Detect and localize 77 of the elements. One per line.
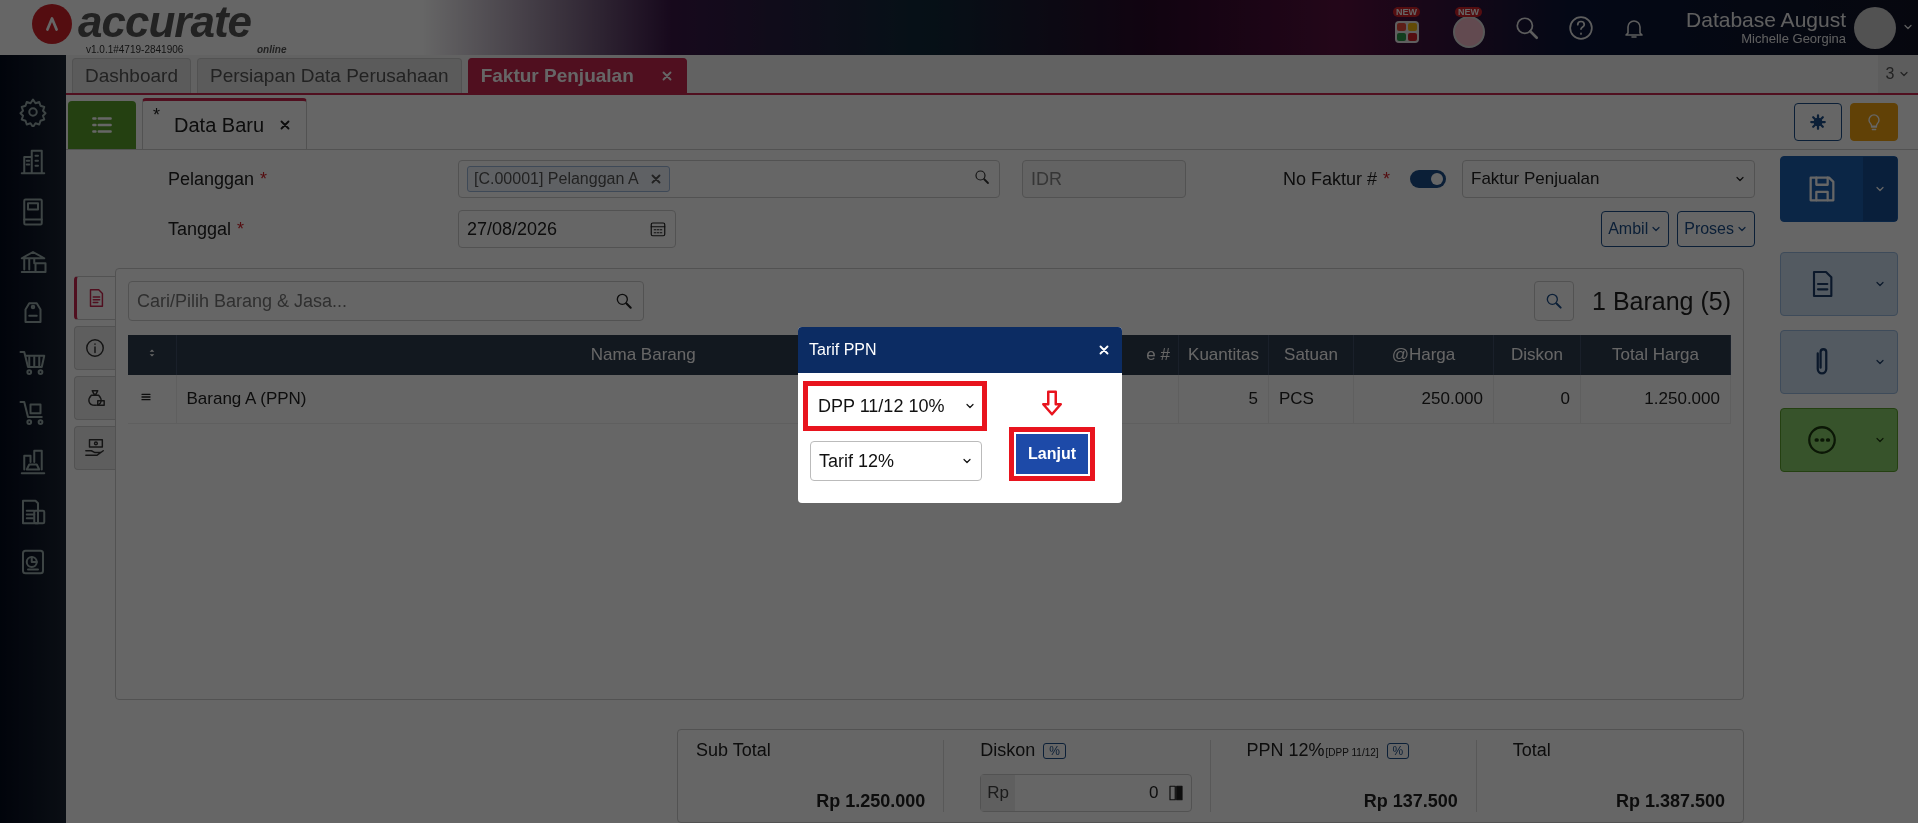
help-icon xyxy=(1568,14,1595,41)
search-button[interactable] xyxy=(1534,281,1575,321)
invoice-type-select[interactable]: Faktur Penjualan xyxy=(1462,160,1755,198)
tax-rate-select[interactable]: Tarif 12% xyxy=(810,441,982,481)
customer-tag: [C.00001] Pelanggan A xyxy=(467,166,670,192)
settings-button[interactable] xyxy=(1794,103,1842,141)
column-header: Diskon xyxy=(1493,335,1581,375)
column-header: Satuan xyxy=(1268,335,1354,375)
document-button[interactable] xyxy=(1780,252,1898,316)
total-value: Rp 1.387.500 xyxy=(1614,791,1725,812)
side-tab[interactable] xyxy=(74,326,115,370)
tips-button[interactable] xyxy=(1850,103,1898,141)
column-header: Kuantitas xyxy=(1178,335,1269,375)
close-button[interactable] xyxy=(1097,343,1111,357)
settings-icon xyxy=(18,97,48,127)
table-cell: 1.250.000 xyxy=(1580,375,1731,424)
avatar[interactable] xyxy=(1854,6,1896,49)
column-header: @Harga xyxy=(1353,335,1494,375)
more-button[interactable] xyxy=(1780,408,1898,472)
dropdown-button[interactable]: Proses xyxy=(1677,211,1755,247)
logo-subtitle: online xyxy=(257,44,287,55)
document-tab[interactable]: * Data Baru xyxy=(142,98,308,149)
customer-label: Pelanggan * xyxy=(167,168,269,190)
close-icon xyxy=(1097,343,1111,357)
apps-icon xyxy=(1395,20,1420,43)
date-label: Tanggal * xyxy=(167,218,246,240)
invoice-number-label: No Faktur # * xyxy=(1282,168,1390,190)
version-text: v1.0.1#4719-2841906 xyxy=(86,44,185,55)
dropdown-button[interactable]: Ambil xyxy=(1601,211,1670,247)
continue-button[interactable]: Lanjut xyxy=(1009,427,1095,481)
tax-value: Rp 137.500 xyxy=(1362,791,1458,812)
tab[interactable]: Persiapan Data Perusahaan xyxy=(196,58,462,93)
tab[interactable]: Faktur Penjualan xyxy=(467,58,687,93)
auto-number-toggle[interactable] xyxy=(1410,170,1446,188)
side-tab[interactable] xyxy=(74,426,115,470)
subtotal-label: Sub Total xyxy=(696,740,772,761)
percent-toggle[interactable]: % xyxy=(1386,742,1410,759)
attachment-button[interactable] xyxy=(1780,330,1898,394)
search-icon xyxy=(614,291,634,311)
user-name: Michelle Georgina xyxy=(1740,31,1846,46)
search-icon xyxy=(973,167,991,186)
discount-label: Diskon xyxy=(980,740,1036,761)
total-label: Total xyxy=(1512,740,1552,761)
building-car-icon xyxy=(18,447,48,477)
tab[interactable]: Dashboard xyxy=(72,58,191,93)
tax-base-select[interactable]: DPP 11/12 10% xyxy=(803,381,987,431)
save-button[interactable] xyxy=(1780,156,1898,222)
table-cell: 250.000 xyxy=(1353,375,1494,424)
item-count: 1 Barang (5) xyxy=(1592,286,1731,316)
table-cell: 0 xyxy=(1493,375,1581,424)
search-icon xyxy=(1514,14,1541,41)
tab-count-dropdown[interactable]: 3 xyxy=(1878,55,1918,93)
new-badge: NEW xyxy=(1455,6,1483,17)
table-cell: PCS xyxy=(1268,375,1354,424)
logo-text: accurate xyxy=(78,0,251,44)
more-icon xyxy=(1805,423,1839,457)
side-tab[interactable] xyxy=(74,376,115,420)
date-field[interactable]: 27/08/2026 xyxy=(458,210,676,248)
list-button[interactable] xyxy=(68,101,136,149)
side-tab[interactable] xyxy=(74,276,115,320)
percent-toggle[interactable]: % xyxy=(1043,742,1066,759)
discount-field[interactable]: Rp 0 xyxy=(980,774,1192,812)
info-icon xyxy=(84,337,106,359)
new-badge: NEW xyxy=(1393,6,1421,17)
dialog-title: Tarif PPN xyxy=(809,341,877,359)
subtotal-value: Rp 1.250.000 xyxy=(815,791,926,812)
database-name: Database August xyxy=(1686,9,1846,31)
table-cell: 5 xyxy=(1178,375,1269,424)
tax-label: PPN 12%[DPP 11/12] xyxy=(1246,740,1379,761)
search-icon xyxy=(1544,291,1565,311)
customer-field[interactable]: [C.00001] Pelanggan A xyxy=(458,160,1000,198)
calendar-icon xyxy=(649,220,667,238)
column-header: Total Harga xyxy=(1580,335,1731,375)
settings-icon xyxy=(1809,113,1827,131)
building-icon xyxy=(18,147,48,177)
hand-money-icon xyxy=(84,437,106,459)
assistant-button[interactable]: NEW xyxy=(1452,10,1487,45)
